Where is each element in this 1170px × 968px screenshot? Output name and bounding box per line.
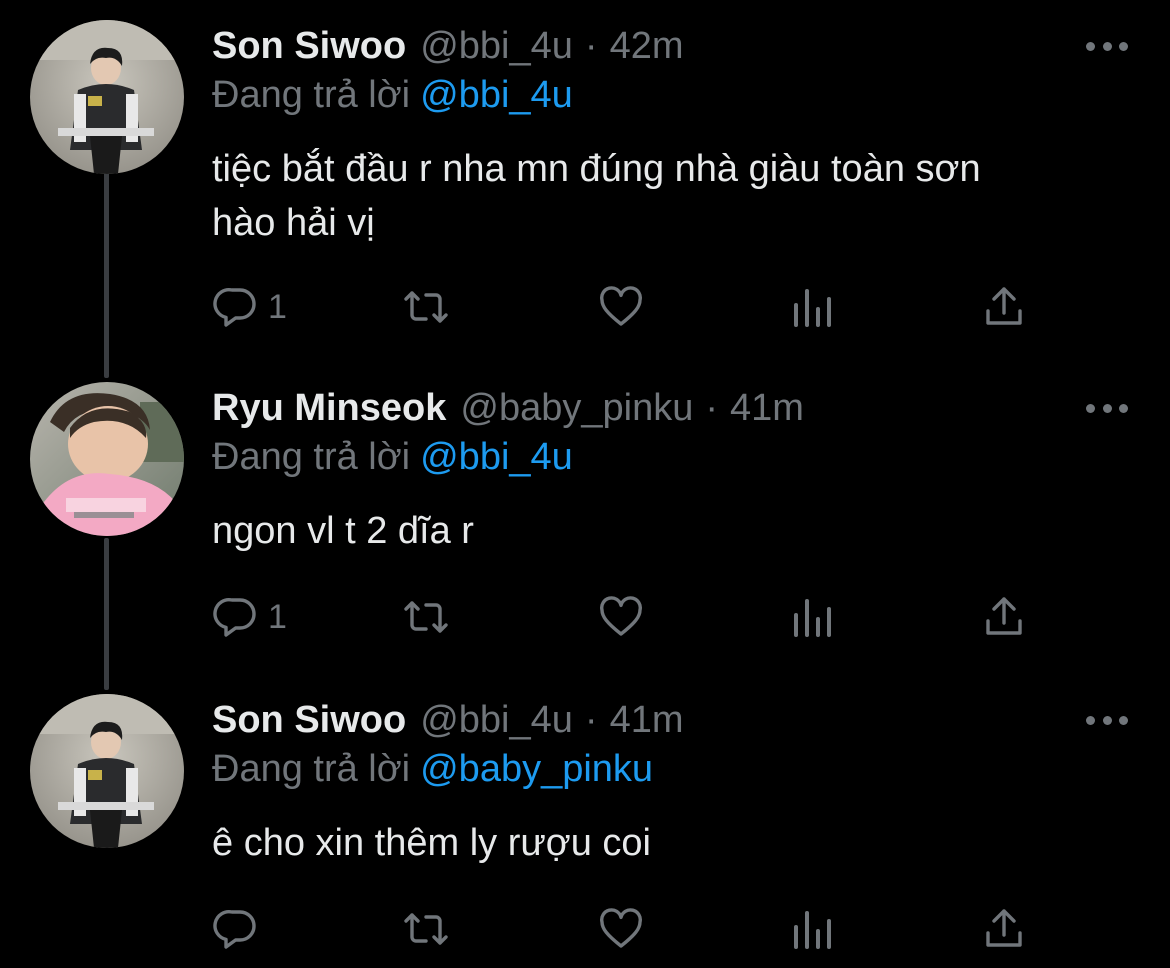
views-button[interactable] <box>790 592 834 642</box>
avatar[interactable] <box>30 694 184 848</box>
more-icon[interactable] <box>1086 708 1128 732</box>
tweet-header: Son Siwoo @bbi_4u · 41m <box>212 694 683 746</box>
tweet-text: ngon vl t 2 dĩa r <box>212 510 474 552</box>
analytics-icon <box>794 289 831 327</box>
retweet-button[interactable] <box>400 282 452 332</box>
heart-icon <box>600 908 642 948</box>
replying-to: Đang trả lời @baby_pinku <box>212 748 653 791</box>
share-icon <box>986 909 1022 947</box>
son-siwoo-avatar-image <box>30 694 184 848</box>
reply-icon <box>213 909 256 949</box>
share-button[interactable] <box>980 592 1028 642</box>
tweet-header: Son Siwoo @bbi_4u · 42m <box>212 20 683 72</box>
tweet-text: tiệc bắt đầu r nha mn đúng nhà giàu toàn… <box>212 148 981 244</box>
share-button[interactable] <box>980 282 1028 332</box>
reply-count: 1 <box>268 287 287 326</box>
tweet-header: Ryu Minseok @baby_pinku · 41m <box>212 382 804 434</box>
timestamp[interactable]: 41m <box>610 699 684 742</box>
share-icon <box>986 287 1022 325</box>
son-siwoo-avatar-image <box>30 20 184 174</box>
separator: · <box>584 24 598 67</box>
reply-button[interactable] <box>212 904 268 954</box>
ryu-minseok-avatar-image <box>30 382 184 536</box>
display-name[interactable]: Ryu Minseok <box>212 387 446 430</box>
replying-to: Đang trả lời @bbi_4u <box>212 74 573 117</box>
retweet-icon <box>404 913 448 945</box>
share-icon <box>986 597 1022 635</box>
views-button[interactable] <box>790 904 834 954</box>
analytics-icon <box>794 599 831 637</box>
action-bar: 1 <box>212 282 1052 332</box>
separator: · <box>705 386 719 429</box>
display-name[interactable]: Son Siwoo <box>212 699 406 742</box>
mention-link[interactable]: @bbi_4u <box>420 436 573 478</box>
display-name[interactable]: Son Siwoo <box>212 25 406 68</box>
more-icon[interactable] <box>1086 396 1128 420</box>
avatar[interactable] <box>30 20 184 174</box>
mention-link[interactable]: @baby_pinku <box>420 748 653 790</box>
avatar[interactable] <box>30 382 184 536</box>
retweet-button[interactable] <box>400 904 452 954</box>
reply-icon <box>213 597 256 637</box>
user-handle[interactable]: @bbi_4u <box>420 699 573 742</box>
replying-label: Đang trả lời <box>212 74 411 116</box>
reply-button[interactable]: 1 <box>212 282 287 332</box>
user-handle[interactable]: @baby_pinku <box>460 387 693 430</box>
analytics-icon <box>794 911 831 949</box>
retweet-button[interactable] <box>400 592 452 642</box>
action-bar: 1 <box>212 592 1052 642</box>
reply-button[interactable]: 1 <box>212 592 287 642</box>
timestamp[interactable]: 41m <box>730 387 804 430</box>
like-button[interactable] <box>596 904 646 954</box>
share-button[interactable] <box>980 904 1028 954</box>
like-button[interactable] <box>596 282 646 332</box>
separator: · <box>584 698 598 741</box>
like-button[interactable] <box>596 592 646 642</box>
mention-link[interactable]: @bbi_4u <box>420 74 573 116</box>
user-handle[interactable]: @bbi_4u <box>420 25 573 68</box>
replying-label: Đang trả lời <box>212 436 411 478</box>
tweet[interactable]: Son Siwoo @bbi_4u · 42m Đang trả lời @bbi… <box>0 20 1170 327</box>
retweet-icon <box>404 601 448 633</box>
more-icon[interactable] <box>1086 34 1128 58</box>
replying-label: Đang trả lời <box>212 748 411 790</box>
tweet[interactable]: Son Siwoo @bbi_4u · 41m Đang trả lời @bab… <box>0 694 1170 964</box>
tweet[interactable]: Ryu Minseok @baby_pinku · 41m Đang trả l… <box>0 382 1170 652</box>
tweet-text: ê cho xin thêm ly rượu coi <box>212 822 651 864</box>
action-bar <box>212 904 1052 954</box>
reply-count: 1 <box>268 597 287 636</box>
heart-icon <box>600 286 642 326</box>
retweet-icon <box>404 291 448 323</box>
timestamp[interactable]: 42m <box>610 25 684 68</box>
reply-icon <box>213 287 256 327</box>
replying-to: Đang trả lời @bbi_4u <box>212 436 573 479</box>
heart-icon <box>600 596 642 636</box>
views-button[interactable] <box>790 282 834 332</box>
